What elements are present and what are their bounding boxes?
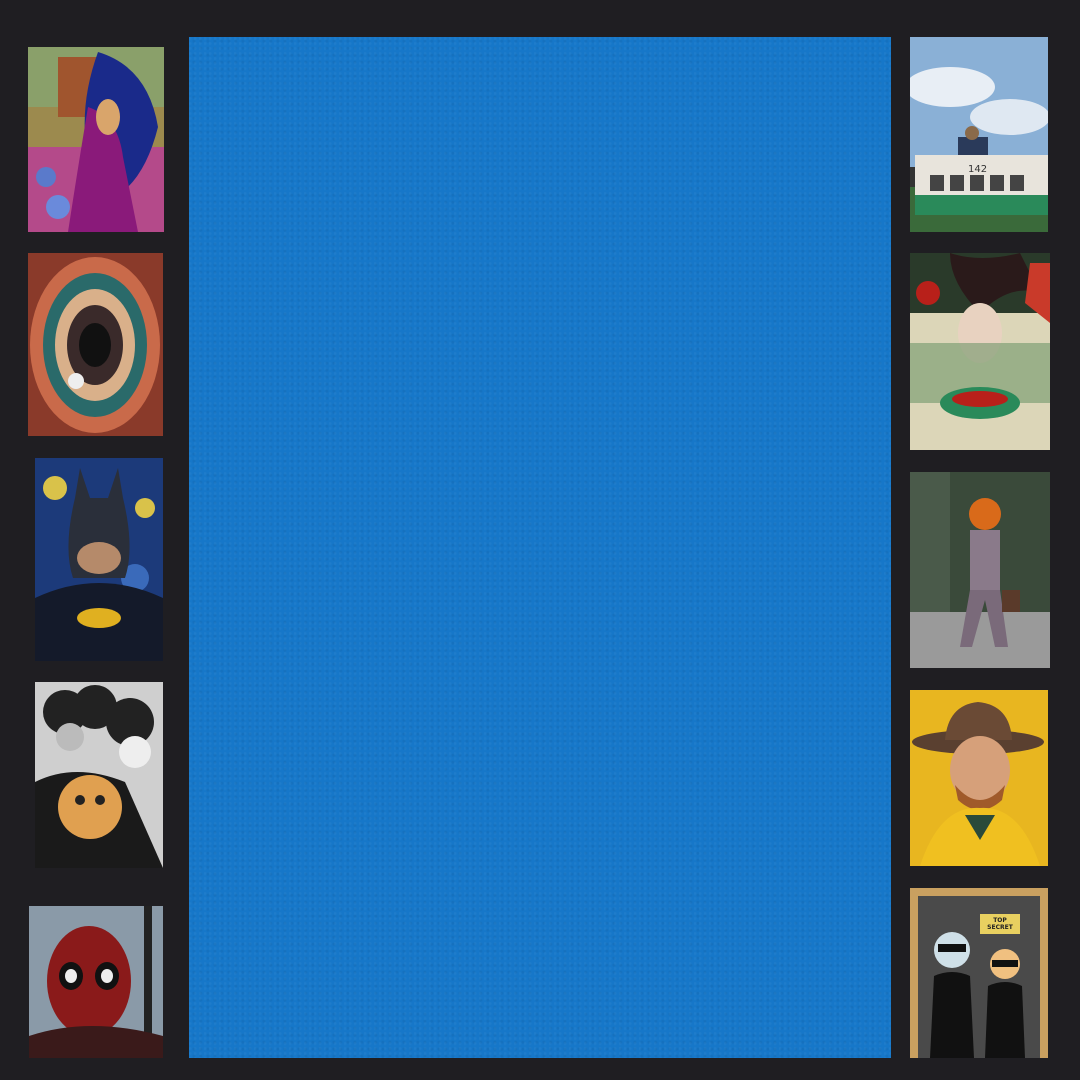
thumbnail-hooded-cats[interactable] bbox=[35, 682, 163, 868]
thumbnail-woman-blue-hair[interactable] bbox=[28, 47, 164, 232]
main-canvas-panel bbox=[189, 37, 891, 1058]
thumbnail-bus-142[interactable]: 142 bbox=[910, 37, 1048, 232]
thumbnail-batman-starry-night[interactable] bbox=[35, 458, 163, 661]
bus-number-label: 142 bbox=[968, 164, 988, 175]
thumbnail-man-hat-yellow-coat[interactable] bbox=[910, 690, 1048, 866]
top-secret-label: TOP SECRET bbox=[987, 917, 1013, 931]
thumbnail-agents-cartoon[interactable]: TOP SECRET bbox=[910, 888, 1048, 1058]
thumbnail-pumpkin-head-man[interactable] bbox=[910, 472, 1050, 668]
thumbnail-deadpool[interactable] bbox=[29, 906, 163, 1058]
thumbnail-figure-teacup[interactable] bbox=[910, 253, 1050, 450]
thumbnail-psychedelic-eye[interactable] bbox=[28, 253, 163, 436]
